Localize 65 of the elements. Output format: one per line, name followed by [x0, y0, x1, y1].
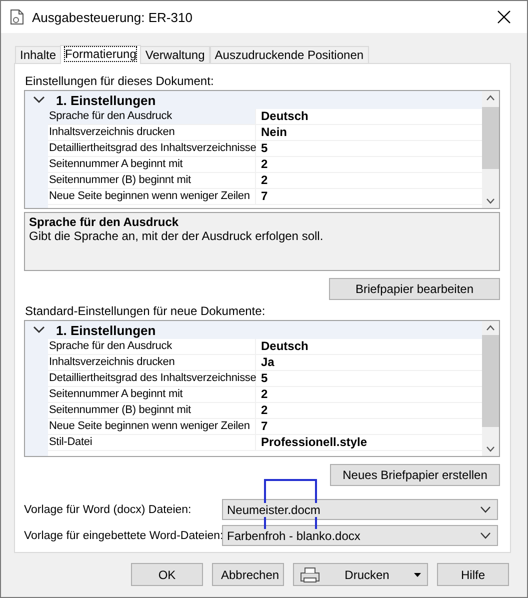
scroll-thumb[interactable]: [482, 107, 499, 169]
property-value: 2: [256, 387, 482, 403]
property-value: 2: [256, 157, 482, 173]
property-value: Deutsch: [256, 109, 482, 125]
print-button[interactable]: Drucken: [293, 563, 428, 586]
chevron-down-icon: [480, 506, 491, 513]
chevron-down-icon: [480, 532, 491, 539]
property-name[interactable]: Seitennummer A beginnt mit: [48, 157, 256, 173]
dialog-button[interactable]: OK: [131, 563, 203, 586]
property-value: Deutsch: [256, 339, 482, 355]
tab[interactable]: Formatierung: [60, 45, 142, 64]
property-name[interactable]: Neue Seite beginnen wenn weniger Zeilen: [48, 189, 256, 205]
property-value: Ja: [256, 355, 482, 371]
template-dropdown[interactable]: Neumeister.docm: [222, 499, 498, 520]
description-text: Gibt die Sprache an, mit der der Ausdruck erfolgen soll.: [29, 229, 324, 243]
scroll-down-icon[interactable]: [486, 198, 495, 204]
chevron-icon[interactable]: [33, 96, 45, 104]
close-icon: [497, 10, 511, 24]
scroll-thumb[interactable]: [482, 335, 499, 427]
property-name[interactable]: Stil-Datei: [48, 435, 256, 451]
category-header[interactable]: 1. Einstellungen: [25, 91, 482, 109]
property-name[interactable]: Sprache für den Ausdruck: [48, 339, 256, 355]
window-title: Ausgabesteuerung: ER-310: [32, 10, 194, 24]
property-value: 5: [256, 371, 482, 387]
description-title: Sprache für den Ausdruck: [29, 215, 180, 229]
dialog-button[interactable]: Abbrechen: [212, 563, 284, 586]
caret-icon: [414, 572, 421, 576]
property-name[interactable]: Detailliertheitsgrad des Inhaltsverzeichnisse: [48, 141, 256, 157]
property-value: 7: [256, 419, 482, 435]
property-value: Professionell.style: [256, 435, 482, 451]
chevron-icon[interactable]: [33, 326, 45, 334]
edit-stationery-button[interactable]: Briefpapier bearbeiten: [329, 278, 500, 300]
property-value: Nein: [256, 125, 482, 141]
property-name[interactable]: Inhaltsverzeichnis drucken: [48, 125, 256, 141]
scrollbar[interactable]: [482, 91, 499, 208]
tab[interactable]: Auszudruckende Positionen: [210, 46, 369, 63]
scroll-up-icon[interactable]: [486, 325, 495, 331]
section-label: Einstellungen für dieses Dokument:: [25, 74, 215, 88]
field-label: Vorlage für eingebettete Word-Dateien:: [24, 530, 222, 542]
property-name[interactable]: Seitennummer (B) beginnt mit: [48, 173, 256, 189]
property-name[interactable]: Seitennummer (B) beginnt mit: [48, 403, 256, 419]
field-label: Vorlage für Word (docx) Dateien:: [24, 504, 192, 516]
new-stationery-button[interactable]: Neues Briefpapier erstellen: [330, 464, 500, 486]
scrollbar[interactable]: [482, 321, 499, 456]
printer-icon: [300, 566, 320, 582]
tab[interactable]: Inhalte: [15, 46, 62, 63]
scroll-up-icon[interactable]: [486, 95, 495, 101]
section-label: Standard-Einstellungen für neue Dokumente:: [25, 304, 266, 318]
property-name[interactable]: Neue Seite beginnen wenn weniger Zeilen: [48, 419, 256, 435]
scroll-down-icon[interactable]: [486, 446, 495, 452]
category-title: 1. Einstellungen: [56, 322, 156, 338]
document-icon: [10, 9, 24, 25]
property-name[interactable]: Sprache für den Ausdruck: [48, 109, 256, 125]
property-name[interactable]: Inhaltsverzeichnis drucken: [48, 355, 256, 371]
property-name[interactable]: Detailliertheitsgrad des Inhaltsverzeichnisse: [48, 371, 256, 387]
property-value: 2: [256, 403, 482, 419]
property-value: 5: [256, 141, 482, 157]
property-value: 7: [256, 189, 482, 205]
category-header[interactable]: 1. Einstellungen: [25, 321, 482, 339]
template-dropdown[interactable]: Farbenfroh - blanko.docx: [222, 525, 498, 546]
tab[interactable]: Verwaltung: [140, 46, 210, 63]
property-name[interactable]: Seitennummer A beginnt mit: [48, 387, 256, 403]
property-value: 2: [256, 173, 482, 189]
category-title: 1. Einstellungen: [56, 92, 156, 108]
dialog-button[interactable]: Hilfe: [437, 563, 509, 586]
